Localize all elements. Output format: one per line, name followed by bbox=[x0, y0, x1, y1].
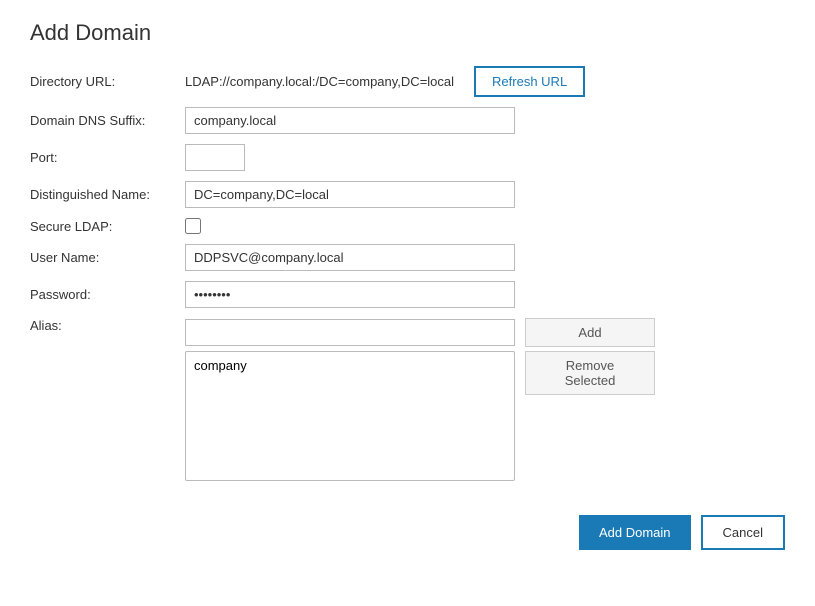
port-field bbox=[185, 144, 245, 171]
directory-url-row: Directory URL: LDAP://company.local:/DC=… bbox=[30, 66, 785, 97]
remove-selected-button[interactable]: Remove Selected bbox=[525, 351, 655, 395]
user-name-input[interactable] bbox=[185, 244, 515, 271]
alias-listbox[interactable]: company bbox=[185, 351, 515, 481]
password-label: Password: bbox=[30, 287, 185, 302]
add-alias-button[interactable]: Add bbox=[525, 318, 655, 347]
cancel-button[interactable]: Cancel bbox=[701, 515, 785, 550]
secure-ldap-label: Secure LDAP: bbox=[30, 219, 185, 234]
user-name-row: User Name: bbox=[30, 244, 785, 271]
domain-dns-suffix-row: Domain DNS Suffix: bbox=[30, 107, 785, 134]
page-title: Add Domain bbox=[30, 20, 785, 46]
distinguished-name-row: Distinguished Name: bbox=[30, 181, 785, 208]
secure-ldap-field bbox=[185, 218, 201, 234]
bottom-bar: Add Domain Cancel bbox=[30, 505, 785, 550]
alias-controls: Add company Remove Selected bbox=[185, 318, 655, 481]
refresh-url-button[interactable]: Refresh URL bbox=[474, 66, 585, 97]
domain-dns-suffix-label: Domain DNS Suffix: bbox=[30, 113, 185, 128]
directory-url-field: LDAP://company.local:/DC=company,DC=loca… bbox=[185, 66, 585, 97]
domain-dns-suffix-input[interactable] bbox=[185, 107, 515, 134]
directory-url-label: Directory URL: bbox=[30, 74, 185, 89]
alias-input[interactable] bbox=[185, 319, 515, 346]
secure-ldap-row: Secure LDAP: bbox=[30, 218, 785, 234]
distinguished-name-field bbox=[185, 181, 515, 208]
alias-label: Alias: bbox=[30, 318, 185, 333]
alias-list-row: company Remove Selected bbox=[185, 351, 655, 481]
domain-dns-suffix-field bbox=[185, 107, 515, 134]
user-name-field bbox=[185, 244, 515, 271]
alias-row: Alias: Add company Remove Selected bbox=[30, 318, 785, 481]
password-row: Password: bbox=[30, 281, 785, 308]
alias-list-item[interactable]: company bbox=[190, 356, 510, 375]
password-field bbox=[185, 281, 515, 308]
port-label: Port: bbox=[30, 150, 185, 165]
port-row: Port: bbox=[30, 144, 785, 171]
distinguished-name-label: Distinguished Name: bbox=[30, 187, 185, 202]
directory-url-value: LDAP://company.local:/DC=company,DC=loca… bbox=[185, 74, 454, 89]
alias-input-row: Add bbox=[185, 318, 655, 347]
secure-ldap-checkbox[interactable] bbox=[185, 218, 201, 234]
user-name-label: User Name: bbox=[30, 250, 185, 265]
password-input[interactable] bbox=[185, 281, 515, 308]
distinguished-name-input[interactable] bbox=[185, 181, 515, 208]
add-domain-button[interactable]: Add Domain bbox=[579, 515, 691, 550]
port-input[interactable] bbox=[185, 144, 245, 171]
